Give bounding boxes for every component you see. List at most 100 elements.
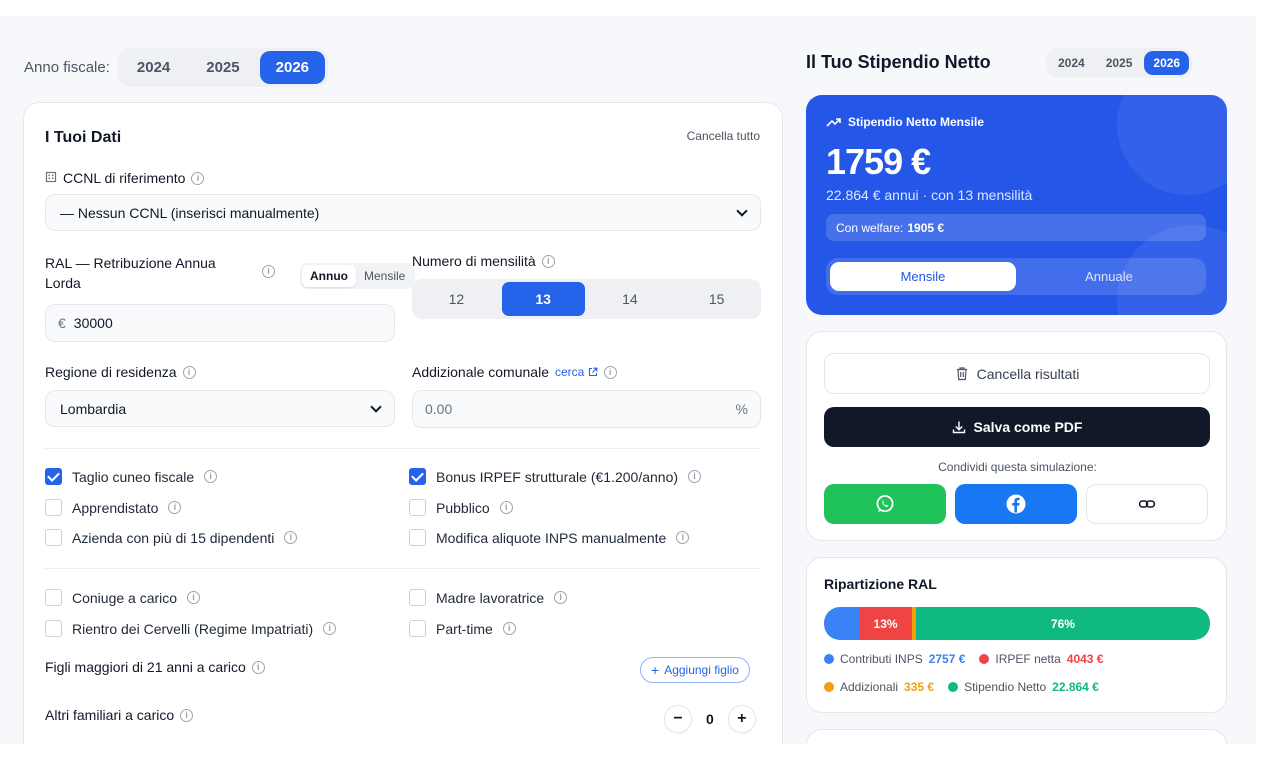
checkbox-checked-icon[interactable] (45, 468, 62, 485)
addizionale-input[interactable]: 0.00 % (412, 390, 761, 428)
info-icon[interactable]: i (502, 622, 516, 635)
info-icon[interactable]: i (204, 470, 218, 483)
info-icon[interactable]: i (168, 501, 182, 514)
add-child-button[interactable]: + Aggiungi figlio (640, 657, 750, 683)
share-label: Condividi questa simulazione: (938, 460, 1097, 474)
checkbox-inps-manuale[interactable]: Modifica aliquote INPS manualmente i (409, 529, 690, 546)
checkbox-apprendistato[interactable]: Apprendistato i (45, 499, 182, 516)
welfare-value: 1905 € (907, 220, 945, 235)
mensilita-14-button[interactable]: 14 (589, 282, 672, 316)
building-icon (45, 171, 57, 186)
info-icon[interactable]: i (554, 591, 568, 604)
checkbox-icon[interactable] (409, 499, 426, 516)
info-icon[interactable]: i (688, 470, 702, 483)
info-icon[interactable]: i (182, 365, 196, 379)
legend-dot (824, 682, 834, 692)
cerca-link[interactable]: cerca (555, 365, 598, 379)
ccnl-select[interactable]: — Nessun CCNL (inserisci manualmente) (45, 194, 761, 231)
checkbox-taglio-cuneo[interactable]: Taglio cuneo fiscale i (45, 468, 218, 485)
checkbox-icon[interactable] (409, 529, 426, 546)
regione-select[interactable]: Lombardia (45, 390, 395, 427)
checkbox-icon[interactable] (409, 620, 426, 637)
info-icon[interactable]: i (323, 622, 337, 635)
copy-link-button[interactable] (1086, 484, 1208, 524)
mensilita-15-button[interactable]: 15 (675, 282, 758, 316)
welfare-label: Con welfare: (836, 220, 904, 235)
checkbox-icon[interactable] (45, 529, 62, 546)
legend-value: 22.864 € (1052, 680, 1099, 694)
external-link-icon (588, 367, 598, 377)
legend-label: IRPEF netta (995, 652, 1061, 666)
ral-input[interactable]: € 30000 (45, 304, 395, 342)
checkbox-azienda-15[interactable]: Azienda con più di 15 dipendenti i (45, 529, 298, 546)
checkbox-label: Azienda con più di 15 dipendenti (72, 529, 275, 546)
clear-results-label: Cancella risultati (976, 365, 1080, 382)
mensilita-selector: 12 13 14 15 (412, 279, 761, 319)
checkbox-label: Madre lavoratrice (436, 589, 545, 606)
ral-annuo-option[interactable]: Annuo (302, 265, 356, 287)
checkbox-icon[interactable] (45, 620, 62, 637)
results-year-2024-button[interactable]: 2024 (1049, 51, 1094, 75)
legend-item-addizionali: Addizionali 335 € (824, 680, 934, 694)
checkbox-label: Pubblico (436, 499, 490, 516)
legend-item-netto: Stipendio Netto 22.864 € (948, 680, 1099, 694)
checkbox-label: Bonus IRPEF strutturale (€1.200/anno) (436, 468, 679, 485)
info-icon[interactable]: i (676, 531, 690, 544)
checkbox-checked-icon[interactable] (409, 468, 426, 485)
cerca-link-label: cerca (554, 365, 585, 379)
ral-breakdown-bar: 13% 76% (824, 607, 1210, 640)
plus-icon: + (651, 662, 660, 678)
info-icon[interactable]: i (603, 365, 617, 379)
year-2025-button[interactable]: 2025 (190, 51, 255, 84)
checkbox-madre-lavoratrice[interactable]: Madre lavoratrice i (409, 589, 568, 606)
facebook-icon (1006, 494, 1026, 514)
clear-all-button[interactable]: Cancella tutto (687, 129, 760, 143)
info-icon[interactable]: i (262, 265, 275, 278)
addizionale-placeholder: 0.00 (425, 401, 453, 417)
checkbox-icon[interactable] (409, 589, 426, 606)
bar-segment-netto: 76% (915, 607, 1210, 640)
ccnl-select-value: — Nessun CCNL (inserisci manualmente) (60, 204, 320, 221)
info-icon[interactable]: i (180, 708, 194, 722)
checkbox-part-time[interactable]: Part-time i (409, 620, 516, 637)
mensilita-12-button[interactable]: 12 (415, 282, 498, 316)
whatsapp-share-button[interactable] (824, 484, 946, 524)
year-2026-button[interactable]: 2026 (259, 51, 326, 84)
info-icon[interactable]: i (499, 501, 513, 514)
save-pdf-button[interactable]: Salva come PDF (824, 407, 1210, 447)
results-year-pills: 2024 2025 2026 (1046, 48, 1193, 78)
top-margin (0, 0, 1270, 16)
clear-results-button[interactable]: Cancella risultati (824, 353, 1210, 394)
mensile-tab[interactable]: Mensile (830, 262, 1016, 291)
legend-value: 2757 € (928, 652, 966, 666)
info-icon[interactable]: i (251, 660, 265, 674)
checkbox-label: Rientro dei Cervelli (Regime Impatriati) (72, 620, 314, 637)
info-icon[interactable]: i (187, 591, 201, 604)
checkbox-label: Modifica aliquote INPS manualmente (436, 529, 667, 546)
checkbox-rientro-cervelli[interactable]: Rientro dei Cervelli (Regime Impatriati)… (45, 620, 337, 637)
checkbox-icon[interactable] (45, 499, 62, 516)
info-icon[interactable]: i (191, 171, 205, 185)
ral-mensile-option[interactable]: Mensile (356, 265, 413, 287)
ral-breakdown-card: Ripartizione RAL 13% 76% Contributi INPS… (806, 557, 1227, 713)
percent-icon: % (735, 401, 748, 417)
info-icon[interactable]: i (541, 254, 555, 268)
trash-icon (956, 367, 967, 381)
annuale-tab[interactable]: Annuale (1016, 262, 1202, 291)
checkbox-pubblico[interactable]: Pubblico i (409, 499, 513, 516)
net-salary-amount: 1759 € (826, 141, 931, 182)
decrement-button[interactable]: − (664, 705, 692, 733)
results-year-2026-button[interactable]: 2026 (1144, 51, 1190, 75)
info-icon[interactable]: i (284, 531, 298, 544)
legend-label: Stipendio Netto (964, 680, 1047, 694)
mensilita-13-button[interactable]: 13 (501, 282, 585, 316)
checkbox-coniuge[interactable]: Coniuge a carico i (45, 589, 201, 606)
facebook-share-button[interactable] (955, 484, 1077, 524)
increment-button[interactable]: + (727, 705, 756, 733)
checkbox-bonus-irpef[interactable]: Bonus IRPEF strutturale (€1.200/anno) i (409, 468, 702, 485)
results-title: Il Tuo Stipendio Netto (806, 52, 991, 72)
results-year-2025-button[interactable]: 2025 (1097, 51, 1142, 75)
period-toggle: Mensile Annuale (826, 258, 1206, 295)
checkbox-icon[interactable] (45, 589, 62, 606)
year-2024-button[interactable]: 2024 (121, 51, 186, 84)
